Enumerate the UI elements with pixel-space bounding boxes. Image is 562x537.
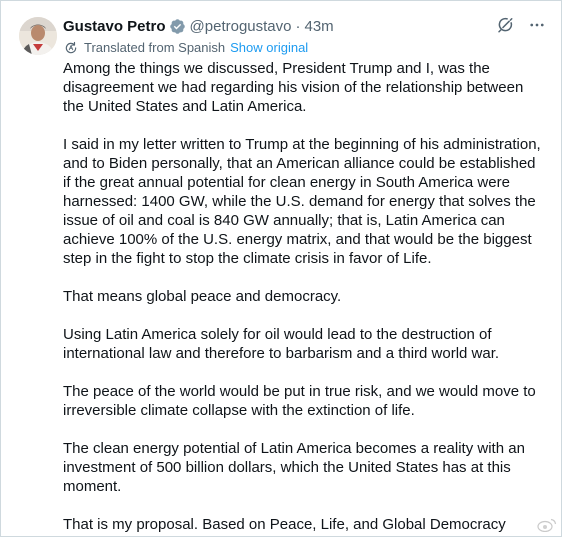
- watermark: [537, 518, 557, 532]
- translated-label: Translated from Spanish: [84, 40, 226, 55]
- post-timestamp[interactable]: 43m: [304, 18, 333, 35]
- post-paragraph: Among the things we discussed, President…: [63, 60, 524, 115]
- translate-icon: [65, 41, 77, 53]
- author-handle[interactable]: @petrogustavo: [190, 18, 292, 35]
- author-name[interactable]: Gustavo Petro: [63, 18, 166, 35]
- verified-badge-icon: [169, 18, 186, 35]
- post-paragraph: The peace of the world would be put in t…: [63, 383, 536, 419]
- post-actions: [495, 15, 547, 35]
- post-paragraph: Using Latin America solely for oil would…: [63, 326, 500, 362]
- grok-icon[interactable]: [495, 15, 515, 35]
- post-paragraph: That is my proposal. Based on Peace, Lif…: [63, 516, 506, 533]
- avatar[interactable]: [19, 17, 57, 55]
- translation-notice: Translated from Spanish Show original: [64, 40, 308, 55]
- avatar-image: [19, 17, 57, 55]
- post-text: Among the things we discussed, President…: [63, 59, 547, 536]
- post-header: Gustavo Petro @petrogustavo · 43m: [63, 16, 334, 36]
- separator-dot: ·: [295, 17, 301, 35]
- post-paragraph: I said in my letter written to Trump at …: [63, 136, 541, 267]
- post-paragraph: The clean energy potential of Latin Amer…: [63, 440, 525, 495]
- more-icon[interactable]: [527, 15, 547, 35]
- post-paragraph: That means global peace and democracy.: [63, 288, 342, 305]
- show-original-link[interactable]: Show original: [230, 40, 308, 55]
- weibo-watermark-icon: [537, 518, 557, 532]
- post-card: Gustavo Petro @petrogustavo · 43m Transl…: [0, 0, 562, 537]
